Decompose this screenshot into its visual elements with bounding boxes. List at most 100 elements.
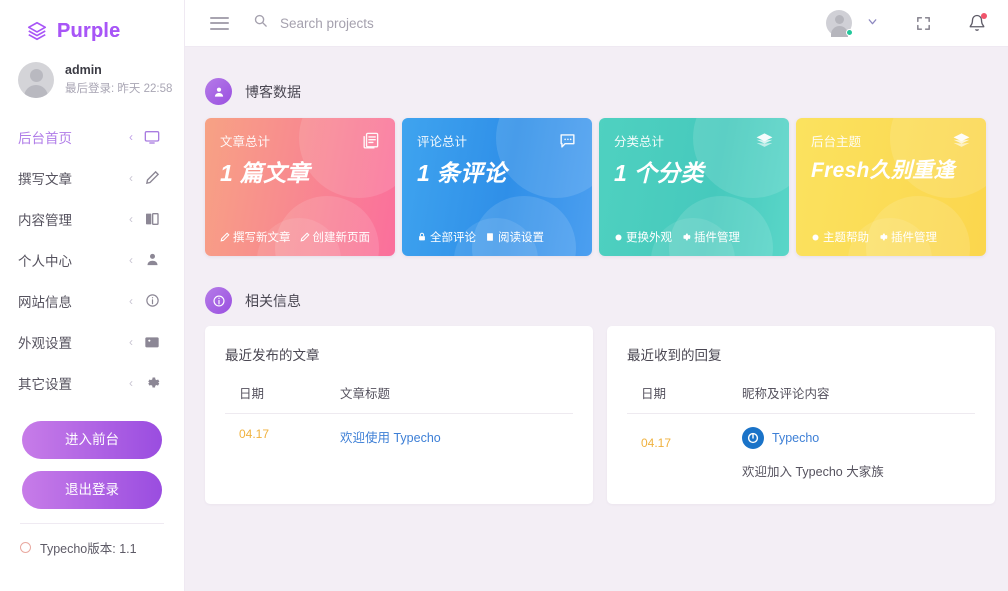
- card-links: 更换外观 插件管理: [614, 229, 740, 245]
- card-link-create-page[interactable]: 创建新页面: [300, 229, 370, 245]
- brand-logo[interactable]: Purple: [0, 0, 184, 48]
- avatar[interactable]: [826, 10, 853, 37]
- version-row: Typecho版本: 1.1: [0, 524, 184, 557]
- sidebar-item-profile[interactable]: 个人中心 ‹: [0, 239, 184, 280]
- post-date: 04.17: [239, 427, 270, 441]
- goto-frontend-button[interactable]: 进入前台: [22, 421, 162, 459]
- stat-card-theme[interactable]: 后台主题 Fresh久别重逢 主题帮助 插件管理: [796, 118, 986, 256]
- card-link-label: 阅读设置: [498, 232, 544, 244]
- sidebar-item-write-post[interactable]: 撰写文章 ‹: [0, 157, 184, 198]
- brand-name: Purple: [57, 19, 121, 42]
- comment-text: 欢迎加入 Typecho 大家族: [742, 465, 884, 479]
- column-header-date: 日期: [225, 377, 340, 414]
- card-link-label: 更换外观: [626, 232, 672, 244]
- section-header-related-info: 相关信息: [185, 256, 1008, 314]
- fullscreen-icon[interactable]: [915, 15, 932, 32]
- card-label: 评论总计: [417, 135, 468, 149]
- stat-cards: 文章总计 1 篇文章 撰写新文章 创建新页面 评论总计 1 条评论 全部评论 阅…: [185, 105, 1008, 256]
- cell-date: 04.17: [627, 414, 742, 485]
- table-header-row: 日期 昵称及评论内容: [627, 377, 975, 414]
- cell-comment: Typecho 欢迎加入 Typecho 大家族: [742, 414, 975, 485]
- card-label: 后台主题: [811, 135, 862, 149]
- info-circle-icon: [205, 287, 232, 314]
- sidebar-item-appearance[interactable]: 外观设置 ‹: [0, 321, 184, 362]
- sidebar-item-other-settings[interactable]: 其它设置 ‹: [0, 362, 184, 403]
- card-link-theme-help[interactable]: 主题帮助: [811, 229, 869, 245]
- logout-button[interactable]: 退出登录: [22, 471, 162, 509]
- sidebar-item-label: 内容管理: [18, 212, 72, 228]
- table-row: 04.17 欢迎使用 Typecho: [225, 414, 573, 451]
- card-link-plugin-manage[interactable]: 插件管理: [681, 229, 740, 245]
- pencil-icon: [144, 170, 160, 186]
- layers-icon: [26, 20, 48, 42]
- top-header: [185, 0, 1008, 47]
- column-header-nickname-content: 昵称及评论内容: [742, 377, 975, 414]
- avatar: [18, 62, 54, 98]
- sidebar-item-label: 外观设置: [18, 335, 72, 351]
- header-actions: [826, 10, 1008, 37]
- book-icon: [144, 211, 160, 227]
- sidebar: Purple admin 最后登录: 昨天 22:58 后台首页 ‹ 撰写文章 …: [0, 0, 185, 591]
- sidebar-actions: 进入前台 退出登录: [0, 403, 184, 509]
- sidebar-item-label: 网站信息: [18, 294, 72, 310]
- recent-comments-panel: 最近收到的回复 日期 昵称及评论内容 04.17 Typecho 欢迎加入 Ty…: [607, 326, 995, 504]
- chevron-left-icon: ‹: [129, 293, 133, 308]
- card-link-all-comments[interactable]: 全部评论: [417, 229, 476, 245]
- info-icon: [144, 293, 160, 309]
- card-value: 1 条评论: [417, 160, 507, 186]
- post-title-link[interactable]: 欢迎使用 Typecho: [340, 431, 441, 445]
- sidebar-item-content-manage[interactable]: 内容管理 ‹: [0, 198, 184, 239]
- card-link-label: 插件管理: [694, 232, 740, 244]
- panel-title: 最近收到的回复: [627, 348, 722, 363]
- sidebar-item-site-info[interactable]: 网站信息 ‹: [0, 280, 184, 321]
- chevron-down-icon[interactable]: [866, 15, 879, 31]
- column-header-date: 日期: [627, 377, 742, 414]
- hamburger-icon[interactable]: [210, 13, 229, 33]
- bell-icon[interactable]: [968, 13, 987, 32]
- layers-icon: [952, 131, 971, 155]
- user-circle-icon: [205, 78, 232, 105]
- card-link-change-theme[interactable]: 更换外观: [614, 229, 672, 245]
- chevron-left-icon: ‹: [129, 170, 133, 185]
- chevron-left-icon: ‹: [129, 211, 133, 226]
- recent-posts-panel: 最近发布的文章 日期 文章标题 04.17 欢迎使用 Typecho: [205, 326, 593, 504]
- layers-icon: [755, 131, 774, 155]
- user-icon: [144, 252, 160, 268]
- stat-card-categories[interactable]: 分类总计 1 个分类 更换外观 插件管理: [599, 118, 789, 256]
- stat-card-posts[interactable]: 文章总计 1 篇文章 撰写新文章 创建新页面: [205, 118, 395, 256]
- section-title: 博客数据: [245, 83, 301, 100]
- user-name: admin: [65, 63, 102, 77]
- image-icon: [144, 334, 160, 350]
- chevron-left-icon: ‹: [129, 129, 133, 144]
- cell-title: 欢迎使用 Typecho: [340, 414, 573, 451]
- panel-title: 最近发布的文章: [225, 348, 320, 363]
- typecho-logo-icon: [742, 427, 764, 449]
- comment-author-link[interactable]: Typecho: [772, 431, 819, 445]
- column-header-title: 文章标题: [340, 377, 573, 414]
- card-link-reading-settings[interactable]: 阅读设置: [485, 229, 544, 245]
- user-profile[interactable]: admin 最后登录: 昨天 22:58: [0, 48, 184, 98]
- stat-card-comments[interactable]: 评论总计 1 条评论 全部评论 阅读设置: [402, 118, 592, 256]
- chevron-left-icon: ‹: [129, 334, 133, 349]
- card-link-plugin-manage[interactable]: 插件管理: [878, 229, 937, 245]
- card-value: 1 篇文章: [220, 160, 310, 186]
- card-links: 撰写新文章 创建新页面: [220, 229, 370, 245]
- table-row: 04.17 Typecho 欢迎加入 Typecho 大家族: [627, 414, 975, 485]
- monitor-icon: [144, 129, 160, 145]
- card-link-label: 主题帮助: [823, 232, 869, 244]
- comment-date: 04.17: [641, 436, 672, 450]
- search-icon[interactable]: [253, 13, 268, 33]
- card-value: 1 个分类: [614, 160, 704, 186]
- circle-icon: [20, 542, 31, 553]
- version-label: Typecho版本: 1.1: [40, 542, 137, 556]
- sidebar-item-dashboard[interactable]: 后台首页 ‹: [0, 116, 184, 157]
- search-input[interactable]: [280, 15, 540, 31]
- recent-comments-table: 日期 昵称及评论内容 04.17 Typecho 欢迎加入 Typecho 大家…: [627, 377, 975, 484]
- gear-icon: [144, 375, 160, 391]
- card-value: Fresh久别重逢: [811, 159, 955, 182]
- cell-date: 04.17: [225, 414, 340, 451]
- sidebar-item-label: 后台首页: [18, 130, 72, 146]
- card-link-label: 插件管理: [891, 232, 937, 244]
- card-link-write-post[interactable]: 撰写新文章: [220, 229, 291, 245]
- card-links: 主题帮助 插件管理: [811, 229, 937, 245]
